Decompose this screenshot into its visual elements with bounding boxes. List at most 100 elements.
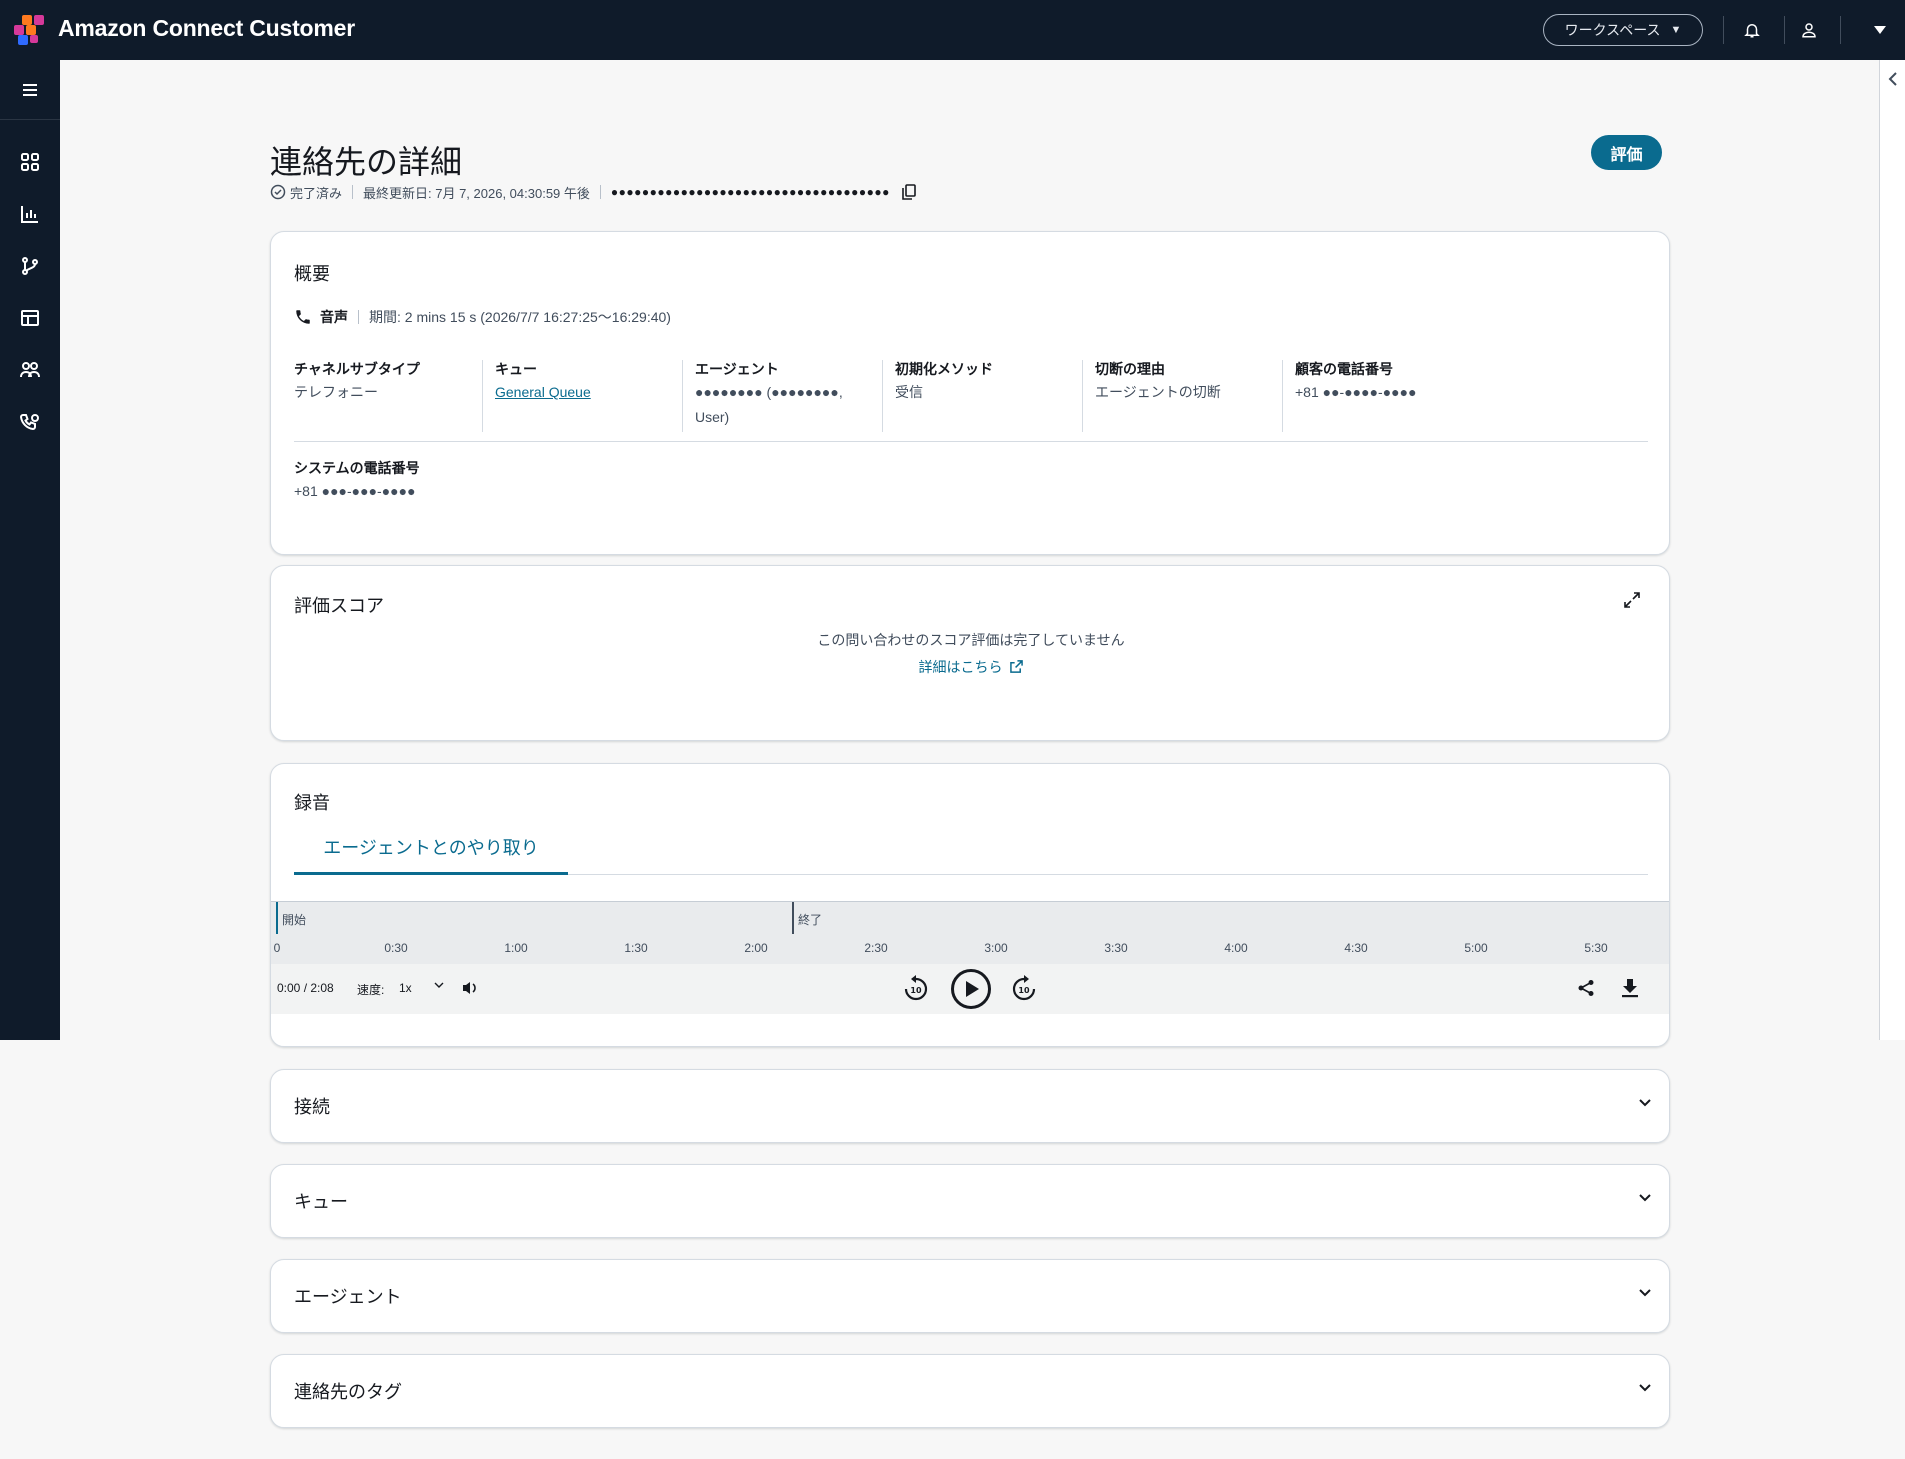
evaluate-button[interactable]: 評価 [1591, 135, 1662, 170]
meta-divider [599, 185, 601, 199]
sidebar-divider [0, 119, 60, 120]
table-icon[interactable] [16, 304, 44, 332]
speed-label: 速度: [357, 983, 385, 997]
playback-time: 0:00 / 2:08 [277, 981, 334, 995]
score-title: 評価スコア [294, 596, 384, 616]
play-button-icon[interactable] [950, 968, 992, 1010]
chevron-down-icon[interactable] [1638, 1193, 1652, 1203]
field-channel-subtype: チャネルサブタイプ テレフォニー [294, 360, 494, 405]
svg-text:10: 10 [910, 986, 922, 995]
time-ruler: 0 0:30 1:00 1:30 2:00 2:30 3:00 3:30 4:00 4:30 5:0… [271, 934, 1669, 964]
section-contact-tags[interactable]: 連絡先のタグ [270, 1354, 1670, 1428]
ruler-tick: 0:30 [384, 941, 408, 955]
chevron-down-icon[interactable] [434, 978, 444, 992]
end-marker [792, 902, 794, 934]
field-value: ●●●●●●●● (●●●●●●●●, User) [695, 384, 843, 425]
section-agent[interactable]: エージェント [270, 1259, 1670, 1333]
copy-icon[interactable] [902, 184, 916, 200]
share-icon[interactable] [1577, 979, 1595, 997]
ruler-tick: 2:00 [744, 941, 768, 955]
workspace-label: ワークスペース [1564, 22, 1661, 38]
section-connection[interactable]: 接続 [270, 1069, 1670, 1143]
user-profile-icon[interactable] [1797, 18, 1821, 42]
section-title: キュー [294, 1192, 348, 1212]
field-customer-phone: 顧客の電話番号 +81 ●●-●●●●-●●●● [1282, 360, 1482, 432]
field-label: キュー [495, 361, 537, 377]
call-duration: 期間: 2 mins 15 s (2026/7/7 16:27:25～16:29… [369, 309, 671, 325]
page-title: 連絡先の詳細 [270, 144, 463, 180]
contact-meta-row: 完了済み 最終更新日: 7月 7, 2026, 04:30:59 午後 ●●●●… [270, 183, 916, 201]
field-label: チャネルサブタイプ [294, 361, 420, 377]
ruler-tick: 2:30 [864, 941, 888, 955]
channel-label: 音声 [320, 309, 348, 325]
ruler-tick: 5:30 [1584, 941, 1608, 955]
menu-icon[interactable] [16, 76, 44, 104]
field-label: エージェント [695, 361, 779, 377]
flow-icon[interactable] [16, 252, 44, 280]
field-value: テレフォニー [294, 384, 378, 400]
forward-10-icon[interactable]: 10 [1009, 974, 1039, 1004]
ruler-tick: 4:30 [1344, 941, 1368, 955]
volume-icon[interactable] [461, 979, 479, 997]
overview-card: 概要 音声 期間: 2 mins 15 s (2026/7/7 16:27:25… [270, 231, 1670, 555]
field-value: +81 ●●●-●●●-●●●● [294, 483, 416, 499]
amazon-connect-logo[interactable] [14, 15, 46, 45]
sidebar [0, 60, 60, 1040]
notifications-bell-icon[interactable] [1740, 18, 1764, 42]
caret-down-icon: ▼ [1670, 24, 1682, 36]
dashboard-icon[interactable] [16, 148, 44, 176]
external-link-icon [1010, 660, 1024, 673]
queue-link[interactable]: General Queue [495, 380, 682, 405]
learn-more-label: 詳細はこちら [918, 659, 1003, 675]
channel-divider [358, 310, 359, 324]
field-value: +81 ●●-●●●●-●●●● [1295, 384, 1417, 400]
download-icon[interactable] [1621, 978, 1639, 998]
phone-icon [296, 310, 310, 324]
caret-down-icon[interactable] [1868, 18, 1892, 42]
topbar-divider [1784, 16, 1785, 44]
field-label: 切断の理由 [1095, 361, 1165, 377]
field-value: 受信 [895, 384, 923, 400]
section-queue[interactable]: キュー [270, 1164, 1670, 1238]
ruler-tick: 3:30 [1104, 941, 1128, 955]
ruler-tick: 3:00 [984, 941, 1008, 955]
recording-title: 録音 [294, 793, 330, 813]
recording-timeline[interactable]: 開始 終了 [271, 901, 1669, 934]
active-tab-indicator [294, 872, 568, 875]
ruler-tick: 0 [273, 941, 281, 955]
expand-icon[interactable] [1623, 591, 1641, 614]
analytics-icon[interactable] [16, 200, 44, 228]
field-agent: エージェント ●●●●●●●● (●●●●●●●●, User) [682, 360, 872, 432]
ruler-tick: 1:00 [504, 941, 528, 955]
contact-status: 完了済み [290, 185, 343, 201]
chevron-down-icon[interactable] [1638, 1383, 1652, 1393]
chevron-down-icon[interactable] [1638, 1288, 1652, 1298]
recording-card: 録音 エージェントとのやり取り 開始 終了 0 0:30 1:00 1:30 2:00 2… [270, 763, 1670, 1047]
meta-divider [352, 185, 354, 199]
field-initiation-method: 初期化メソッド 受信 [882, 360, 1082, 432]
learn-more-link[interactable]: 詳細はこちら [271, 657, 1671, 677]
app-title: Amazon Connect Customer [58, 15, 355, 41]
section-title: エージェント [294, 1287, 402, 1307]
field-label: 初期化メソッド [895, 361, 993, 377]
player-controls: 0:00 / 2:08 速度: 1x 10 10 [271, 964, 1669, 1014]
top-navigation-bar: Amazon Connect Customer ワークスペース ▼ [0, 0, 1905, 60]
right-drawer-toggle[interactable] [1879, 60, 1905, 1040]
speed-select[interactable]: 1x [399, 981, 412, 995]
users-icon[interactable] [16, 356, 44, 384]
rewind-10-icon[interactable]: 10 [901, 974, 931, 1004]
tab-agent-interaction[interactable]: エージェントとのやり取り [294, 834, 568, 858]
workspace-button[interactable]: ワークスペース ▼ [1543, 14, 1703, 46]
section-title: 接続 [294, 1097, 330, 1117]
overview-divider [294, 441, 1648, 442]
evaluation-score-card: 評価スコア この問い合わせのスコア評価は完了していません 詳細はこちら [270, 565, 1670, 741]
phone-routing-icon[interactable] [16, 408, 44, 436]
field-value: エージェントの切断 [1095, 384, 1221, 400]
ruler-tick: 5:00 [1464, 941, 1488, 955]
overview-title: 概要 [294, 264, 330, 284]
topbar-divider [1723, 16, 1724, 44]
start-marker[interactable] [276, 902, 278, 934]
section-title: 連絡先のタグ [294, 1382, 402, 1402]
chevron-down-icon[interactable] [1638, 1098, 1652, 1108]
ruler-tick: 1:30 [624, 941, 648, 955]
